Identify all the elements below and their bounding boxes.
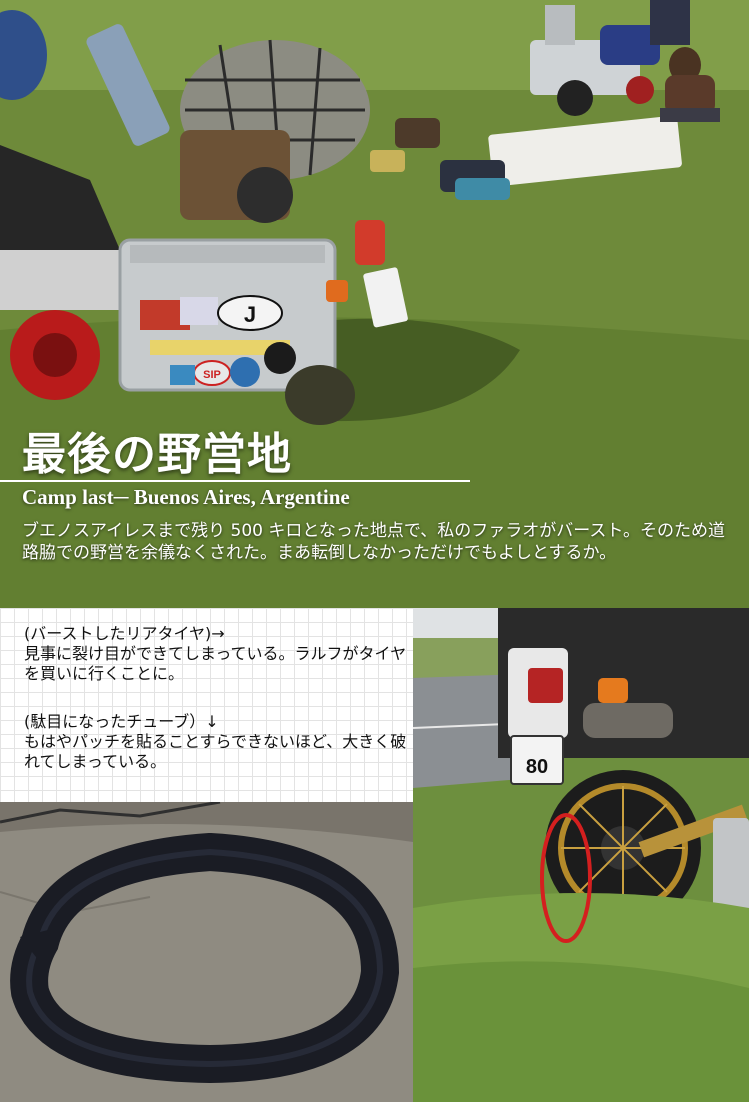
hero-photo-campsite: J SIP 最後の野営地 Camp last─ Buenos Aires, Ar… — [0, 0, 749, 608]
title-divider — [0, 480, 470, 482]
exhaust-muffler — [583, 703, 673, 738]
tube-scene — [0, 802, 413, 1102]
tube-caption-text: (駄目になったチューブ）↓ もはやパッチを貼ることすらできないほど、大きく破れて… — [24, 712, 407, 771]
rear-tire-caption-text: 見事に裂け目ができてしまっている。ラルフがタイヤを買いに行くことに。 — [24, 644, 407, 683]
photo-damaged-tube — [0, 802, 413, 1102]
sticker-sip: SIP — [203, 369, 221, 381]
photo-burst-rear-tire: 80 — [413, 608, 749, 1102]
page-subtitle: Camp last─ Buenos Aires, Argentine — [22, 485, 350, 509]
lead-paragraph: ブエノスアイレスまで残り 500 キロとなった地点で、私のファラオがバースト。そ… — [22, 521, 726, 563]
page-title: 最後の野営地 — [22, 429, 292, 480]
license-plate-number: 80 — [526, 756, 548, 778]
sticker-country-code: J — [244, 302, 256, 327]
rear-tire-caption-label: (バーストしたリアタイヤ)→ — [24, 624, 225, 643]
caption-panel: (バーストしたリアタイヤ)→ 見事に裂け目ができてしまっている。ラルフがタイヤを… — [0, 608, 413, 802]
tire-scene: 80 — [413, 608, 749, 1102]
campsite-scene: J SIP — [0, 0, 749, 608]
